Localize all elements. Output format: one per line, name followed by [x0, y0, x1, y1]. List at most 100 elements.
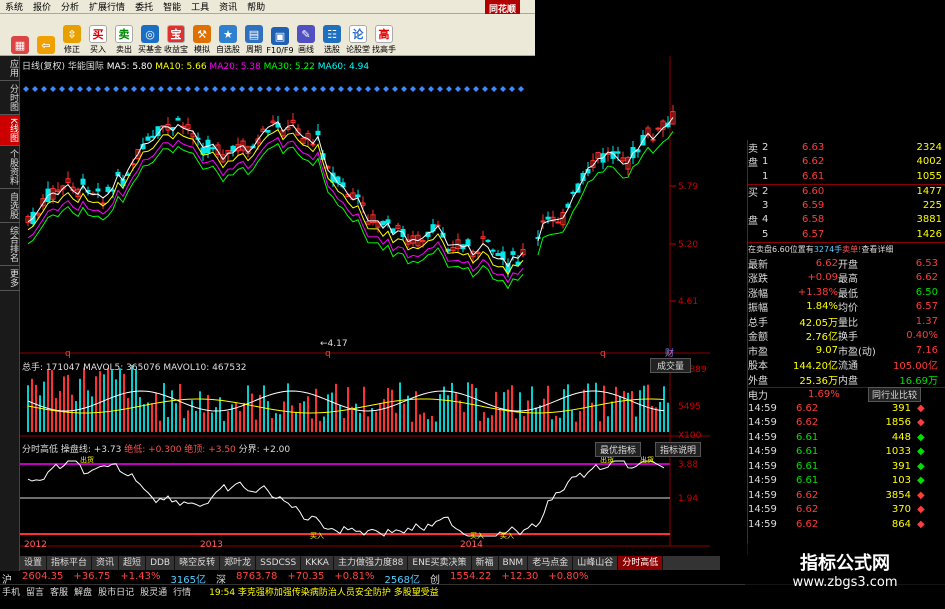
toolbar-button[interactable]: ☷ 选股 [320, 25, 344, 55]
tick-price: 6.62 [796, 504, 819, 516]
indicator-tab[interactable]: 超短 [119, 556, 147, 570]
order-price: 6.63 [802, 141, 825, 153]
indicator-tab[interactable]: 设置 [20, 556, 48, 570]
tick-volume: 103 [891, 475, 911, 487]
toolbar-button[interactable]: 论论股堂 [346, 25, 370, 55]
toolbar-button[interactable]: ⚒ 模拟 [190, 25, 214, 55]
side-tab[interactable]: 个股资料 [0, 146, 20, 189]
indicator-tab[interactable]: DDB [146, 556, 176, 570]
tick-time: 14:59 [748, 518, 777, 530]
kline-chart[interactable]: 5.795.204.61←4.17q q q 财108895495X1003.881.… [20, 56, 710, 550]
brand-logo: 同花顺 [485, 0, 521, 15]
status-link[interactable]: 股灵通 [140, 585, 167, 599]
indicator-tab[interactable]: 新福 [472, 556, 499, 570]
menu-item[interactable]: 扩展行情 [84, 0, 130, 13]
tick-volume: 370 [891, 504, 911, 516]
indicator-tab[interactable]: BNM [499, 556, 529, 570]
indicator-tab[interactable]: KKKA [301, 556, 334, 570]
index-value: 8763.78 [235, 571, 278, 582]
event-marker: q [65, 349, 71, 359]
star-icon: ★ [219, 25, 237, 43]
quote-row: 金额 2.76亿 换手 0.40% [748, 329, 945, 343]
quote-label: 最新 [748, 259, 768, 271]
indicator-tab[interactable]: 郑叶龙 [220, 556, 257, 570]
status-link[interactable]: 客服 [50, 585, 68, 599]
quote-label: 均价 [838, 303, 858, 315]
menu-item[interactable]: 资讯 [214, 0, 242, 13]
index-value: 沪 [2, 575, 12, 586]
side-tab[interactable]: K线图 [0, 115, 20, 146]
indicator-tab[interactable]: 晓空反转 [175, 556, 221, 570]
menu-item[interactable]: 分析 [56, 0, 84, 13]
order-row[interactable]: 5 6.57 1426 [748, 227, 945, 242]
indicator-tab[interactable]: SSDCSS [256, 556, 302, 570]
side-tab[interactable]: 应用 [0, 56, 20, 81]
status-link[interactable]: 股市日记 [98, 585, 134, 599]
fund-icon: ◎ [141, 25, 159, 43]
toolbar-button[interactable]: ✎ 画线 [294, 25, 318, 55]
chart-area[interactable]: 5.79 5.20 4.61 ←4.17 q q q 财 10889 5495 X100 3.88 1.… [20, 56, 710, 550]
order-row[interactable]: 3 6.59 225 [748, 198, 945, 213]
toolbar-button[interactable]: ▦ [8, 36, 32, 55]
order-row[interactable]: 盘 4 6.58 3881 [748, 213, 945, 227]
news-ticker[interactable]: 19:54 李克强称加强传染病防治人员安全防护 多股望受益 [209, 585, 439, 599]
toolbar-button[interactable]: ▣ F10/F9 [266, 27, 294, 55]
indicator-tab[interactable]: 山峰山谷 [573, 556, 619, 570]
order-row[interactable]: 买 2 6.60 1477 [748, 183, 945, 199]
best-indicator-button[interactable]: 最优指标 [595, 442, 642, 457]
tick-price: 6.62 [796, 489, 819, 501]
menu-item[interactable]: 智能 [158, 0, 186, 13]
toolbar-button[interactable]: 宝收益宝 [164, 25, 188, 55]
indicator-tab[interactable]: 分时高低 [618, 556, 664, 570]
candle-body [265, 129, 271, 133]
status-link[interactable]: 手机 [2, 585, 20, 599]
order-row[interactable]: 盘 1 6.62 4002 [748, 155, 945, 169]
industry-row: 电力 1.69% 同行业比较 [748, 386, 945, 402]
order-price: 6.62 [802, 156, 825, 168]
price-tick-label: 5.79 [678, 182, 698, 192]
menu-item[interactable]: 帮助 [242, 0, 270, 13]
indicator-tab[interactable]: 指标平台 [47, 556, 93, 570]
status-link[interactable]: 解盘 [74, 585, 92, 599]
status-link[interactable]: 行情 [173, 585, 191, 599]
menu-item[interactable]: 工具 [186, 0, 214, 13]
menu-item[interactable]: 报价 [28, 0, 56, 13]
quote-row: 涨幅 +1.38% 最低 6.50 [748, 285, 945, 300]
toolbar-button[interactable]: ★ 自选股 [216, 25, 240, 55]
indicator-tab[interactable]: ENE买卖决策 [408, 556, 472, 570]
toolbar-label: 收益宝 [164, 45, 188, 54]
volume-select[interactable]: 成交量 [650, 358, 692, 373]
back-arrow-icon: ⇦ [37, 36, 55, 54]
toolbar-button[interactable]: 高找高手 [372, 25, 396, 55]
indicator-tab[interactable]: 老马点金 [528, 556, 574, 570]
status-link[interactable]: 留言 [26, 585, 44, 599]
chart-period[interactable]: 日线(复权) [22, 62, 65, 72]
indicator-help-button[interactable]: 指标说明 [655, 442, 702, 457]
toolbar-button[interactable]: ▤ 周期 [242, 25, 266, 55]
big-order-notice[interactable]: 在卖盘6.60位置有 3274手 卖单! 查看详细 [748, 241, 945, 257]
indicator-header: 分时高低 操盘线: +3.73 绝低: +0.300 绝顶: +3.50 分界:… [22, 445, 291, 455]
candle-body [315, 130, 321, 136]
side-tab[interactable]: 自选股 [0, 189, 20, 223]
order-row[interactable]: 卖 2 6.63 2324 [748, 140, 945, 155]
year-label: 2013 [200, 540, 223, 549]
indicator-tab[interactable]: 资讯 [92, 556, 120, 570]
order-row[interactable]: 1 6.61 1055 [748, 169, 945, 184]
toolbar-button[interactable]: ◎ 买基金 [138, 25, 162, 55]
candle-body [95, 188, 101, 192]
order-volume: 3881 [916, 214, 942, 226]
indicator-tab[interactable]: 主力做强力度88 [334, 556, 409, 570]
toolbar-button[interactable]: 买买入 [86, 25, 110, 55]
industry-compare-button[interactable]: 同行业比较 [868, 386, 922, 402]
toolbar-button[interactable]: ⇦ [34, 36, 58, 55]
candle-body [615, 151, 621, 154]
menu-item[interactable]: 委托 [130, 0, 158, 13]
toolbar-button[interactable]: 卖卖出 [112, 25, 136, 55]
indicator-tick-label: 1.94 [678, 494, 698, 504]
side-tab[interactable]: 更多 [0, 266, 20, 291]
toolbar-label: 画线 [298, 45, 314, 54]
menu-item[interactable]: 系统 [0, 0, 28, 13]
side-tab[interactable]: 分时图 [0, 81, 20, 115]
toolbar-button[interactable]: ⇳ 修正 [60, 25, 84, 55]
side-tab[interactable]: 综合排名 [0, 223, 20, 266]
